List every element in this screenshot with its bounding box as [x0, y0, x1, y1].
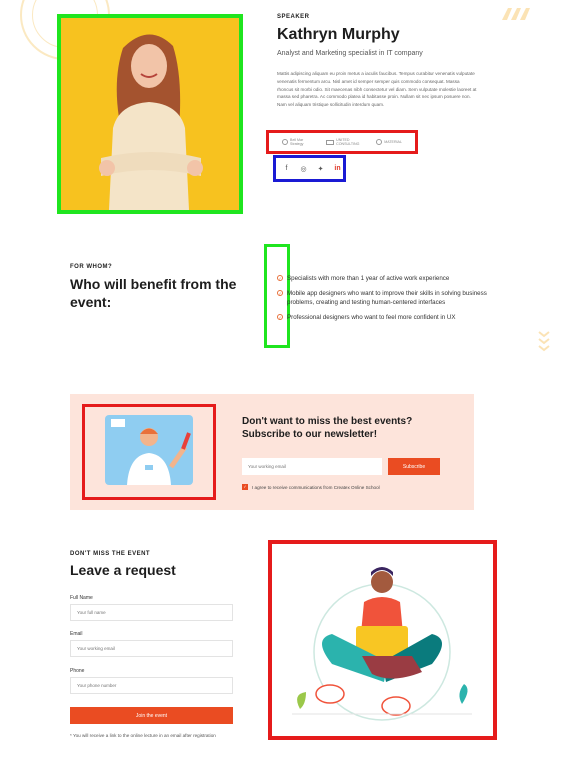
list-item: ✓ Professional designers who want to fee… [277, 313, 487, 322]
check-icon: ✓ [277, 314, 283, 320]
list-item: ✓ Specialists with more than 1 year of a… [277, 274, 487, 283]
benefit-text: Specialists with more than 1 year of act… [287, 275, 450, 282]
speaker-eyebrow: SPEAKER [277, 14, 310, 20]
benefits-title: Who will benefit from the event: [70, 276, 237, 310]
newsletter-consent: ✓ I agree to receive communications from… [242, 484, 380, 490]
partner-name: MATERIAL [384, 140, 402, 144]
consent-checkbox[interactable]: ✓ [242, 484, 248, 490]
benefit-text: Mobile app designers who want to improve… [287, 290, 487, 306]
subscribe-button[interactable]: Subscribe [388, 458, 440, 475]
linkedin-icon[interactable]: in [333, 165, 342, 172]
speaker-bio: Mattis adipiscing aliquam eu proin metus… [277, 71, 477, 108]
partner-logo: MATERIAL [376, 139, 402, 145]
newsletter-email-input[interactable] [242, 458, 382, 475]
decorative-quote-icon [502, 8, 530, 20]
join-event-button[interactable]: Join the event [70, 707, 233, 724]
phone-label: Phone [70, 668, 85, 674]
partner-name: UNITED CONSULTING [336, 138, 360, 146]
newsletter-title: Don't want to miss the best events? Subs… [242, 416, 413, 440]
instagram-icon[interactable]: ◎ [299, 165, 308, 173]
partner-logo-icon [282, 139, 289, 145]
partner-logo-icon [326, 139, 335, 145]
newsletter-illustration [82, 404, 216, 500]
partner-logo: Bell Mar Strategy [282, 138, 312, 146]
email-input[interactable] [70, 640, 233, 657]
full-name-label: Full Name [70, 595, 93, 601]
request-note: * You will receive a link to the online … [70, 733, 216, 738]
full-name-input[interactable] [70, 604, 233, 621]
consent-label: I agree to receive communications from C… [252, 484, 380, 490]
partner-name: Bell Mar Strategy [290, 138, 304, 146]
partner-logo: UNITED CONSULTING [326, 138, 362, 146]
facebook-icon[interactable]: f [282, 165, 291, 172]
partner-logo-icon [376, 139, 383, 145]
benefits-list: ✓ Specialists with more than 1 year of a… [277, 274, 487, 328]
partner-logos: Bell Mar Strategy UNITED CONSULTING MATE… [266, 130, 418, 154]
phone-input[interactable] [70, 677, 233, 694]
social-links: f ◎ ✦ in [273, 155, 346, 182]
request-title: Leave a request [70, 562, 176, 578]
speaker-name: Kathryn Murphy [277, 26, 400, 43]
email-label: Email [70, 631, 83, 637]
benefits-eyebrow: FOR WHOM? [70, 264, 113, 270]
list-item: ✓ Mobile app designers who want to impro… [277, 289, 487, 307]
request-eyebrow: DON'T MISS THE EVENT [70, 551, 151, 557]
twitter-icon[interactable]: ✦ [316, 165, 325, 173]
speaker-role: Analyst and Marketing specialist in IT c… [277, 50, 423, 57]
request-illustration [268, 540, 497, 740]
check-icon: ✓ [277, 275, 283, 281]
benefit-text: Professional designers who want to feel … [287, 314, 456, 321]
decorative-chevrons-icon [538, 331, 550, 352]
speaker-photo [57, 14, 243, 214]
check-icon: ✓ [277, 290, 283, 296]
